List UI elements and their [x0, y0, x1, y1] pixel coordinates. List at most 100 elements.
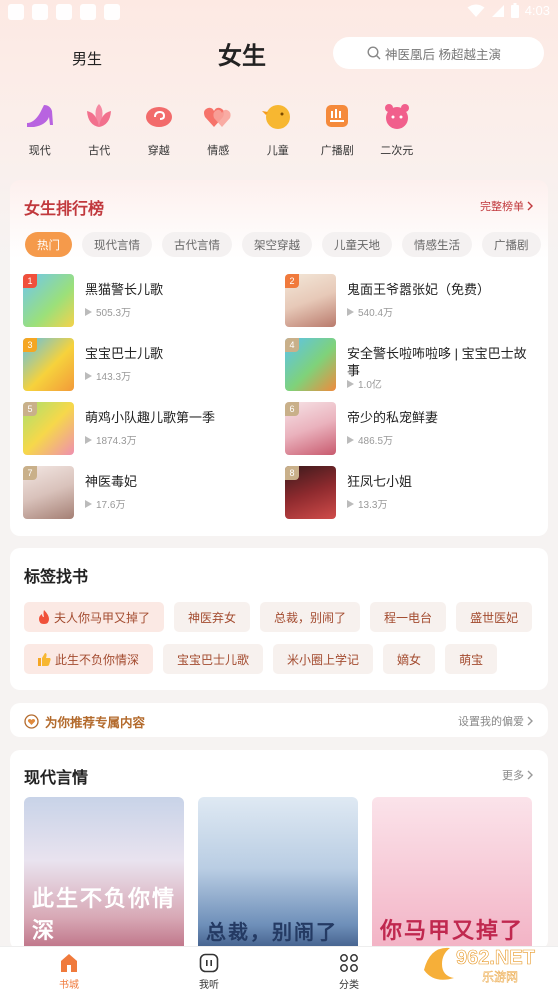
rank-number: 2 [285, 274, 299, 288]
full-ranking-label: 完整榜单 [480, 201, 524, 213]
book-title: 安全警长啦咘啦哆 | 宝宝巴士故事 [347, 346, 527, 378]
play-count: 1874.3万 [85, 432, 137, 447]
book-cover[interactable]: 你马甲又掉了 [372, 797, 532, 957]
category-label: 现代 [28, 145, 51, 157]
book-cover: 4 [285, 338, 336, 391]
tab-male[interactable]: 男生 [72, 48, 102, 69]
play-count: 540.4万 [347, 304, 393, 319]
tab-female[interactable]: 女生 [218, 36, 266, 71]
category-radio-drama[interactable]: 广播剧 [308, 100, 368, 158]
chevron-right-icon [527, 201, 533, 211]
book-cover[interactable]: 总裁，别闹了 [198, 797, 358, 957]
swirl-cloud-icon [145, 107, 172, 127]
hearts-icon [204, 107, 231, 127]
thumbs-up-icon [38, 652, 51, 666]
tag-item[interactable]: 宝宝巴士儿歌 [163, 644, 264, 674]
ranking-item[interactable]: 4 安全警长啦咘啦哆 | 宝宝巴士故事 1.0亿 [285, 338, 535, 392]
chevron-right-icon [527, 770, 533, 780]
listening-icon [199, 953, 219, 973]
book-title: 狂凤七小姐 [347, 474, 413, 489]
chip-radio-drama[interactable]: 广播剧 [482, 232, 541, 257]
book-cover: 5 [23, 402, 74, 455]
tag-item[interactable]: 嫡女 [383, 644, 436, 674]
chip-modern-romance[interactable]: 现代言情 [82, 232, 152, 257]
notification-icon [80, 4, 96, 20]
play-icon [85, 371, 92, 380]
category-time-travel[interactable]: 穿越 [129, 100, 189, 158]
tag-item[interactable]: 盛世医妃 [456, 602, 533, 632]
search-icon [367, 46, 381, 60]
ranking-filter-chips: 热门 现代言情 古代言情 架空穿越 儿童天地 情感生活 广播剧 [25, 232, 541, 257]
play-icon [347, 499, 354, 508]
chip-emotion[interactable]: 情感生活 [402, 232, 472, 257]
tag-item[interactable]: 夫人你马甲又掉了 [24, 602, 165, 632]
play-icon [347, 379, 354, 388]
tag-item[interactable]: 神医弃女 [174, 602, 251, 632]
tag-item[interactable]: 米小圈上学记 [273, 644, 374, 674]
chip-hot[interactable]: 热门 [25, 232, 72, 257]
book-cover: 7 [23, 466, 74, 519]
category-children[interactable]: 儿童 [248, 100, 308, 158]
section-title: 现代言情 [24, 770, 89, 787]
ranking-item[interactable]: 3 宝宝巴士儿歌 143.3万 [23, 338, 273, 392]
category-modern[interactable]: 现代 [10, 100, 70, 158]
nav-my-listening[interactable]: 我听 [179, 953, 239, 991]
category-label: 广播剧 [320, 145, 354, 157]
signal-icon [491, 4, 504, 17]
category-ancient[interactable]: 古代 [70, 100, 130, 158]
book-cover[interactable]: 此生不负你情深 [24, 797, 184, 957]
ranking-item[interactable]: 8 狂凤七小姐 13.3万 [285, 466, 535, 520]
tag-search-title: 标签找书 [24, 569, 89, 586]
play-count: 486.5万 [347, 432, 393, 447]
book-title: 黑猫警长儿歌 [85, 282, 164, 297]
full-ranking-link[interactable]: 完整榜单 [480, 198, 534, 214]
recommend-label: 为你推荐专属内容 [45, 716, 146, 730]
ranking-item[interactable]: 7 神医毒妃 17.6万 [23, 466, 273, 520]
ranking-item[interactable]: 6 帝少的私宠鲜妻 486.5万 [285, 402, 535, 456]
notification-icon [104, 4, 120, 20]
fire-icon [39, 610, 49, 624]
watermark-logo: 962.NET 乐游网 [424, 947, 535, 984]
book-cover: 6 [285, 402, 336, 455]
notification-icon [56, 4, 72, 20]
chip-ancient-romance[interactable]: 古代言情 [162, 232, 232, 257]
play-count: 17.6万 [85, 496, 125, 511]
bookstore-icon [61, 954, 77, 972]
category-bar: 现代 古代 穿越 情感 儿童 广播剧 二次元 [10, 100, 430, 158]
recommend-bar[interactable]: 为你推荐专属内容 设置我的偏爱 [10, 703, 548, 737]
chip-children[interactable]: 儿童天地 [322, 232, 392, 257]
tag-search-card: 标签找书 夫人你马甲又掉了 神医弃女 总裁，别闹了 程一电台 盛世医妃 此生不负… [10, 548, 548, 690]
ranking-item[interactable]: 2 鬼面王爷嚣张妃（免费） 540.4万 [285, 274, 535, 328]
modern-romance-section: 现代言情 更多 此生不负你情深 总裁，别闹了 你马甲又掉了 [10, 750, 548, 957]
status-time: 4:03 [524, 3, 550, 18]
chip-time-travel[interactable]: 架空穿越 [242, 232, 312, 257]
ranking-item[interactable]: 5 萌鸡小队趣儿歌第一季 1874.3万 [23, 402, 273, 456]
category-anime[interactable]: 二次元 [367, 100, 427, 158]
nav-category[interactable]: 分类 [319, 953, 379, 991]
category-label: 儿童 [266, 145, 289, 157]
tag-item[interactable]: 此生不负你情深 [24, 644, 154, 674]
ranking-item[interactable]: 1 黑猫警长儿歌 505.3万 [23, 274, 273, 328]
high-heel-icon [26, 105, 53, 127]
lotus-icon [87, 104, 112, 127]
book-cover-title: 总裁，别闹了 [206, 922, 338, 944]
tag-item[interactable]: 萌宝 [445, 644, 498, 674]
notification-icon [8, 4, 24, 20]
play-count: 1.0亿 [347, 376, 382, 391]
book-cover: 1 [23, 274, 74, 327]
play-count: 13.3万 [347, 496, 387, 511]
book-cover: 3 [23, 338, 74, 391]
tag-item[interactable]: 总裁，别闹了 [260, 602, 361, 632]
book-title: 神医毒妃 [85, 474, 138, 489]
search-input[interactable]: 神医凰后 杨超越主演 [333, 37, 544, 69]
category-emotion[interactable]: 情感 [189, 100, 249, 158]
tag-item[interactable]: 程一电台 [370, 602, 447, 632]
more-link[interactable]: 更多 [502, 767, 534, 783]
play-icon [85, 435, 92, 444]
chevron-right-icon [527, 716, 533, 726]
nav-bookstore[interactable]: 书城 [39, 953, 99, 991]
book-title: 帝少的私宠鲜妻 [347, 410, 439, 425]
anime-face-icon [384, 104, 409, 129]
wifi-icon [467, 4, 485, 17]
set-preference-link[interactable]: 设置我的偏爱 [458, 713, 534, 729]
